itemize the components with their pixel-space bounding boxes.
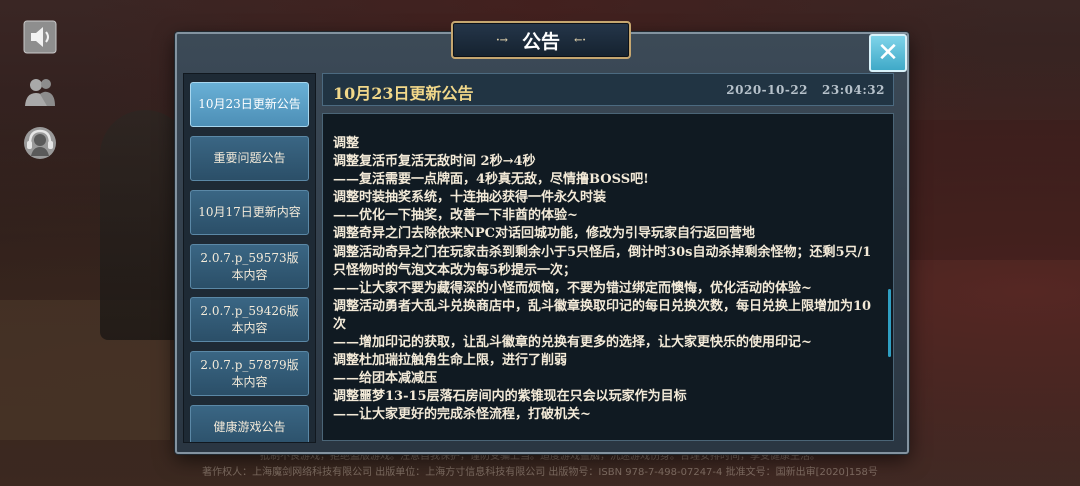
announcement-time: 23:04:32 bbox=[822, 83, 885, 97]
announcement-nav: 10月23日更新公告 重要问题公告 10月17日更新内容 2.0.7.p_595… bbox=[183, 73, 316, 443]
announcement-line: ——复活需要一点牌面，4秒真无敌，尽情撸BOSS吧! bbox=[333, 172, 649, 188]
announcement-line: 调整奇异之门去除依来NPC对话回城功能，修改为引导玩家自行返回营地 bbox=[333, 226, 756, 242]
title-decoration-right: ←· bbox=[574, 34, 586, 46]
announcement-line: ——让大家不要为藏得深的小怪而烦恼，不要为错过绑定而懊悔，优化活动的体验~ bbox=[333, 280, 812, 296]
nav-item-oct23-update[interactable]: 10月23日更新公告 bbox=[190, 82, 309, 127]
friends-button[interactable] bbox=[20, 71, 60, 111]
announcement-date: 2020-10-22 bbox=[726, 83, 809, 97]
background-building bbox=[880, 120, 1080, 260]
nav-item-version-57879[interactable]: 2.0.7.p_57879版本内容 bbox=[190, 351, 309, 396]
announcement-title: 10月23日更新公告 bbox=[333, 84, 474, 103]
announcement-line: 调整时装抽奖系统，十连抽必获得一件永久时装 bbox=[333, 190, 607, 206]
announcement-text: 调整 调整复活币复活无敌时间 2秒→4秒 ——复活需要一点牌面，4秒真无敌，尽情… bbox=[333, 135, 873, 425]
announcement-line: 调整复活币复活无敌时间 2秒→4秒 bbox=[333, 154, 536, 170]
title-decoration-left: ·→ bbox=[496, 34, 508, 46]
nav-item-oct17-update[interactable]: 10月17日更新内容 bbox=[190, 190, 309, 235]
content-scrollbar[interactable] bbox=[888, 289, 891, 357]
headset-icon bbox=[24, 127, 56, 159]
speaker-icon bbox=[23, 20, 57, 54]
announcement-header: 10月23日更新公告 2020-10-22 23:04:32 bbox=[322, 73, 894, 106]
announcement-line: ——优化一下抽奖，改善一下非酋的体验~ bbox=[333, 208, 578, 224]
announcement-body[interactable]: 调整 调整复活币复活无敌时间 2秒→4秒 ——复活需要一点牌面，4秒真无敌，尽情… bbox=[322, 113, 894, 441]
dialog-title: 公告 bbox=[521, 30, 560, 53]
announcement-line: 调整活动奇异之门在玩家击杀到剩余小于5只怪后，倒计时30s自动杀掉剩余怪物；还剩… bbox=[333, 244, 872, 278]
announcement-line: ——让大家更好的完成杀怪流程，打破机关~ bbox=[333, 407, 591, 423]
customer-service-button[interactable] bbox=[20, 123, 60, 163]
announcement-line: 调整噩梦13-15层落石房间内的紫锥现在只会以玩家作为目标 bbox=[333, 389, 687, 405]
close-button[interactable]: ✕ bbox=[869, 34, 907, 72]
friends-icon bbox=[25, 79, 55, 106]
nav-item-version-59573[interactable]: 2.0.7.p_59573版本内容 bbox=[190, 244, 309, 289]
announcement-line: ——给团本减减压 bbox=[333, 371, 438, 387]
nav-item-healthy-gaming[interactable]: 健康游戏公告 bbox=[190, 405, 309, 442]
announcement-line: ——增加印记的获取，让乱斗徽章的兑换有更多的选择，让大家更快乐的使用印记~ bbox=[333, 335, 812, 351]
announcement-line: 调整活动勇者大乱斗兑换商店中，乱斗徽章换取印记的每日兑换次数，每日兑换上限增加为… bbox=[333, 298, 872, 332]
nav-item-important-issues[interactable]: 重要问题公告 bbox=[190, 136, 309, 181]
announcement-line: 调整 bbox=[333, 136, 360, 151]
nav-item-version-59426[interactable]: 2.0.7.p_59426版本内容 bbox=[190, 297, 309, 342]
close-icon: ✕ bbox=[877, 38, 899, 68]
announcement-timestamp: 2020-10-22 23:04:32 bbox=[726, 83, 885, 97]
footer-publisher: 著作权人：上海魔剑网络科技有限公司 出版单位：上海方寸信息科技有限公司 出版物号… bbox=[202, 467, 878, 478]
sound-button[interactable] bbox=[20, 17, 60, 57]
announcement-line: 调整杜加瑞拉触角生命上限，进行了削弱 bbox=[333, 353, 568, 369]
dialog-title-plate: ·→ 公告 ←· bbox=[451, 21, 631, 59]
